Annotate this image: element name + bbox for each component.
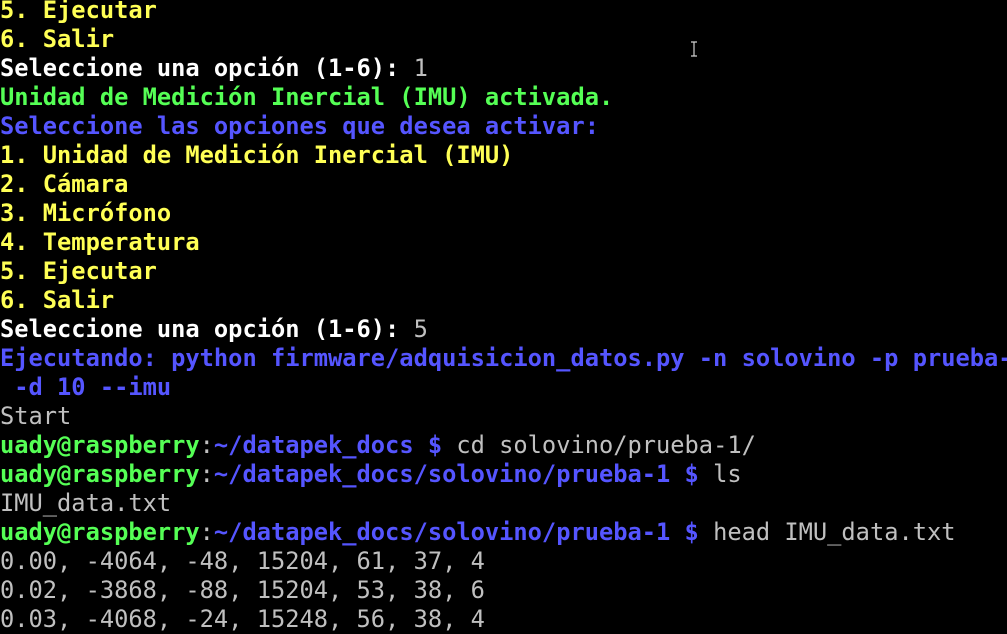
prompt-colon: : bbox=[199, 518, 214, 546]
prompt-path: ~/datapek_docs $ bbox=[213, 431, 443, 459]
ls-output: IMU_data.txt bbox=[0, 489, 172, 517]
menu-item-salir: 6. Salir bbox=[0, 286, 115, 314]
menu-item-ejecutar: 5. Ejecutar bbox=[0, 257, 157, 285]
menu-item-salir: 6. Salir bbox=[0, 25, 115, 53]
menu-item-imu: 1. Unidad de Medición Inercial (IMU) bbox=[0, 141, 514, 169]
user-host: uady@raspberry bbox=[0, 518, 200, 546]
shell-command: head IMU_data.txt bbox=[698, 518, 956, 546]
menu-item-ejecutar: 5. Ejecutar bbox=[0, 0, 157, 24]
prompt-colon: : bbox=[199, 460, 214, 488]
executing-message-continued: -d 10 --imu bbox=[0, 373, 172, 401]
options-header: Seleccione las opciones que desea activa… bbox=[0, 112, 599, 140]
data-row: 0.00, -4064, -48, 15204, 61, 37, 4 bbox=[0, 547, 485, 575]
executing-message: Ejecutando: python firmware/adquisicion_… bbox=[0, 344, 1007, 372]
shell-prompt-line: uady@raspberry:~/datapek_docs/solovino/p… bbox=[0, 518, 1007, 547]
selection-answer: 1 bbox=[413, 54, 428, 82]
user-host: uady@raspberry bbox=[0, 460, 200, 488]
prompt-path: ~/datapek_docs/solovino/prueba-1 $ bbox=[213, 460, 699, 488]
shell-prompt-line: uady@raspberry:~/datapek_docs/solovino/p… bbox=[0, 460, 1007, 489]
selection-prompt: Seleccione una opción (1-6): bbox=[0, 54, 414, 82]
shell-prompt-line: uady@raspberry:~/datapek_docs $ cd solov… bbox=[0, 431, 1007, 460]
menu-item-camara: 2. Cámara bbox=[0, 170, 129, 198]
prompt-colon: : bbox=[199, 431, 214, 459]
terminal-output[interactable]: 5. Ejecutar 6. Salir Seleccione una opci… bbox=[0, 0, 1007, 634]
selection-answer: 5 bbox=[413, 315, 428, 343]
selection-prompt: Seleccione una opción (1-6): bbox=[0, 315, 414, 343]
imu-activated-message: Unidad de Medición Inercial (IMU) activa… bbox=[0, 83, 614, 111]
menu-item-microfono: 3. Micrófono bbox=[0, 199, 172, 227]
prompt-path: ~/datapek_docs/solovino/prueba-1 $ bbox=[213, 518, 699, 546]
start-output: Start bbox=[0, 402, 72, 430]
selection-prompt-line: Seleccione una opción (1-6): 5 bbox=[0, 315, 1007, 344]
menu-item-temperatura: 4. Temperatura bbox=[0, 228, 200, 256]
data-row: 0.02, -3868, -88, 15204, 53, 38, 6 bbox=[0, 576, 485, 604]
data-row: 0.03, -4068, -24, 15248, 56, 38, 4 bbox=[0, 605, 485, 633]
text-ibeam-cursor-icon bbox=[691, 41, 697, 57]
shell-command: ls bbox=[698, 460, 742, 488]
selection-prompt-line: Seleccione una opción (1-6): 1 bbox=[0, 54, 1007, 83]
user-host: uady@raspberry bbox=[0, 431, 200, 459]
shell-command: cd solovino/prueba-1/ bbox=[442, 431, 756, 459]
